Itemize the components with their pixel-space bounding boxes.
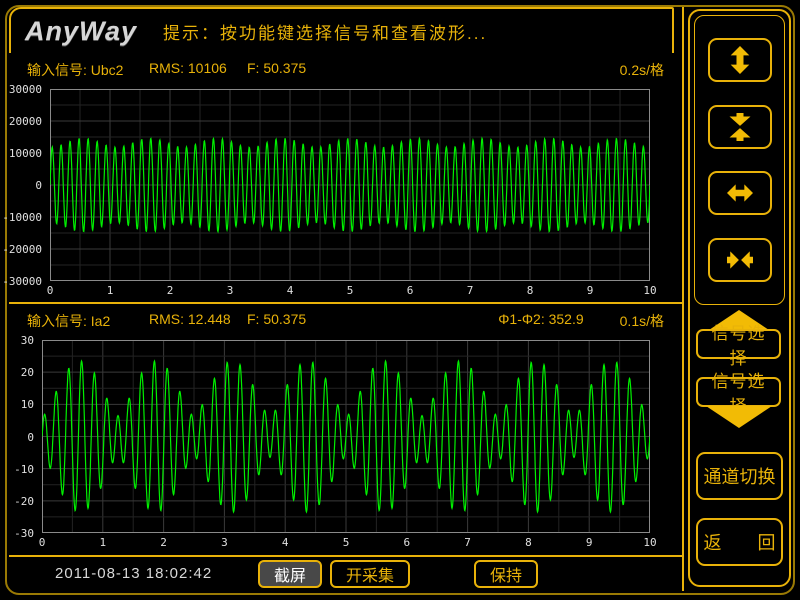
- return-button[interactable]: 返 回: [696, 518, 783, 566]
- x-tick-label: 5: [340, 284, 360, 297]
- y-tick-label: 0: [0, 431, 34, 444]
- arrows-compress-vertical-icon: [725, 113, 755, 141]
- x-axis-labels: 012345678910: [50, 281, 650, 297]
- screenshot-button[interactable]: 截屏: [258, 560, 322, 588]
- y-tick-label: -20: [0, 495, 34, 508]
- horizontal-compress-button[interactable]: [708, 238, 772, 282]
- input-signal-label: 输入信号: Ia2: [27, 311, 149, 331]
- arrows-expand-vertical-icon: [725, 46, 755, 74]
- x-tick-label: 8: [520, 284, 540, 297]
- x-tick-label: 10: [640, 284, 660, 297]
- y-tick-label: 10000: [0, 147, 42, 160]
- waveform-chart-ia2: [42, 340, 650, 533]
- x-tick-label: 10: [640, 536, 660, 549]
- plot-area-ubc2: 3000020000100000-10000-20000-30000 01234…: [50, 89, 650, 281]
- y-tick-label: -20000: [0, 243, 42, 256]
- waveform-panel-ia2: 输入信号: Ia2 RMS: 12.448 F: 50.375 Φ1-Φ2: 3…: [9, 304, 682, 555]
- x-tick-label: 4: [280, 284, 300, 297]
- y-tick-label: 30000: [0, 83, 42, 96]
- x-tick-label: 6: [397, 536, 417, 549]
- timebase-value: 0.2s/格: [620, 60, 664, 80]
- arrows-expand-horizontal-icon: [724, 180, 756, 206]
- input-signal-label: 输入信号: Ubc2: [27, 60, 149, 80]
- rms-value: RMS: 10106: [149, 60, 247, 80]
- y-tick-label: -10000: [0, 211, 42, 224]
- x-tick-label: 1: [93, 536, 113, 549]
- y-tick-label: 10: [0, 398, 34, 411]
- arrows-compress-horizontal-icon: [724, 247, 756, 273]
- channel-switch-button[interactable]: 通道切换: [696, 452, 783, 500]
- y-tick-label: 30: [0, 334, 34, 347]
- header-bar: AnyWay 提示：按功能键选择信号和查看波形...: [9, 7, 674, 55]
- hint-text: 提示：按功能键选择信号和查看波形...: [163, 19, 487, 44]
- signal-select-down-arrow-icon: [706, 406, 772, 428]
- y-tick-label: -30000: [0, 275, 42, 288]
- x-tick-label: 4: [275, 536, 295, 549]
- waveform-chart-ubc2: [50, 89, 650, 281]
- phase-difference-value: Φ1-Φ2: 352.9: [498, 311, 583, 331]
- waveform-panel-ubc2: 输入信号: Ubc2 RMS: 10106 F: 50.375 0.2s/格 3…: [9, 53, 682, 302]
- brand-logo: AnyWay: [25, 16, 137, 47]
- x-tick-label: 2: [160, 284, 180, 297]
- hold-button[interactable]: 保持: [474, 560, 538, 588]
- horizontal-expand-button[interactable]: [708, 171, 772, 215]
- status-bar: 2011-08-13 18:02:42 截屏 开采集 保持: [9, 557, 682, 591]
- x-tick-label: 9: [580, 284, 600, 297]
- y-tick-label: 20000: [0, 115, 42, 128]
- panel-header-ubc2: 输入信号: Ubc2 RMS: 10106 F: 50.375 0.2s/格: [27, 60, 664, 80]
- signal-select-up-button[interactable]: 信号选择: [696, 329, 781, 359]
- x-tick-label: 6: [400, 284, 420, 297]
- frequency-value: F: 50.375: [247, 60, 306, 80]
- timebase-value: 0.1s/格: [620, 311, 664, 331]
- y-tick-label: -10: [0, 463, 34, 476]
- y-axis-labels: 3000020000100000-10000-20000-30000: [2, 89, 46, 281]
- vertical-compress-button[interactable]: [708, 105, 772, 149]
- y-tick-label: 20: [0, 366, 34, 379]
- zoom-button-group: [694, 15, 785, 305]
- signal-select-down-button[interactable]: 信号选择: [696, 377, 781, 407]
- y-tick-label: 0: [0, 179, 42, 192]
- y-axis-labels: 3020100-10-20-30: [0, 340, 38, 533]
- frequency-value: F: 50.375: [247, 311, 306, 331]
- y-tick-label: -30: [0, 527, 34, 540]
- vertical-expand-button[interactable]: [708, 38, 772, 82]
- x-tick-label: 5: [336, 536, 356, 549]
- plot-area-ia2: 3020100-10-20-30 012345678910: [42, 340, 650, 533]
- x-tick-label: 0: [32, 536, 52, 549]
- rms-value: RMS: 12.448: [149, 311, 247, 331]
- x-tick-label: 3: [214, 536, 234, 549]
- sidebar: 信号选择 信号选择 通道切换 返 回: [688, 9, 791, 587]
- x-tick-label: 2: [154, 536, 174, 549]
- x-tick-label: 9: [579, 536, 599, 549]
- x-tick-label: 3: [220, 284, 240, 297]
- x-axis-labels: 012345678910: [42, 533, 650, 549]
- main-sidebar-divider: [682, 7, 684, 591]
- panel-header-ia2: 输入信号: Ia2 RMS: 12.448 F: 50.375 Φ1-Φ2: 3…: [27, 311, 664, 331]
- datetime-text: 2011-08-13 18:02:42: [55, 565, 212, 582]
- start-acquisition-button[interactable]: 开采集: [330, 560, 410, 588]
- x-tick-label: 8: [518, 536, 538, 549]
- x-tick-label: 0: [40, 284, 60, 297]
- x-tick-label: 1: [100, 284, 120, 297]
- x-tick-label: 7: [460, 284, 480, 297]
- x-tick-label: 7: [458, 536, 478, 549]
